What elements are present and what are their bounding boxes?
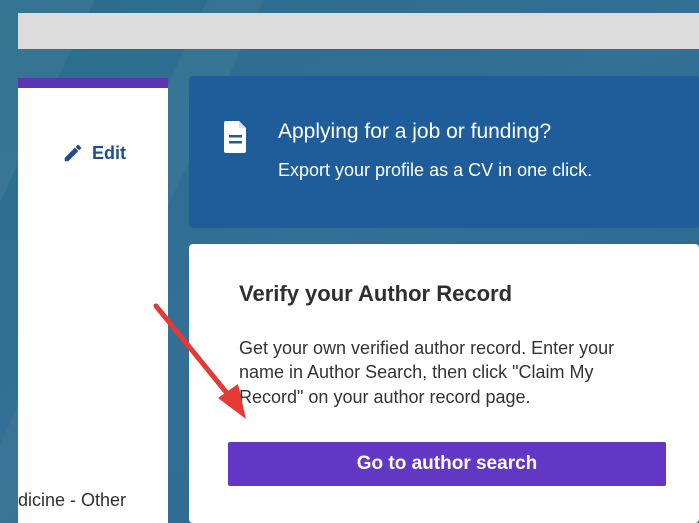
verify-description-line: Get your own verified author record. Ent…: [239, 338, 615, 358]
verify-author-card: Verify your Author Record Get your own v…: [189, 244, 699, 523]
cv-export-card[interactable]: Applying for a job or funding? Export yo…: [189, 76, 699, 228]
document-icon: [224, 121, 246, 153]
go-to-author-search-button[interactable]: Go to author search: [228, 442, 666, 486]
research-area-text: dicine - Other: [18, 490, 127, 510]
verify-description-line: name in Author Search, then click "Claim…: [239, 362, 594, 383]
edit-label: Edit: [92, 142, 126, 163]
verify-card-description: Get your own verified author record. Ent…: [239, 336, 659, 409]
top-bar: [18, 13, 699, 49]
cv-card-subtitle: Export your profile as a CV in one click…: [278, 160, 593, 180]
verify-card-title: Verify your Author Record: [239, 281, 513, 306]
left-profile-panel: Edit dicine - Other: [18, 78, 168, 523]
edit-button[interactable]: Edit: [62, 142, 126, 164]
cv-card-title: Applying for a job or funding?: [278, 120, 552, 143]
pencil-icon: [64, 144, 82, 162]
verify-description-line: Record" on your author record page.: [239, 386, 531, 407]
